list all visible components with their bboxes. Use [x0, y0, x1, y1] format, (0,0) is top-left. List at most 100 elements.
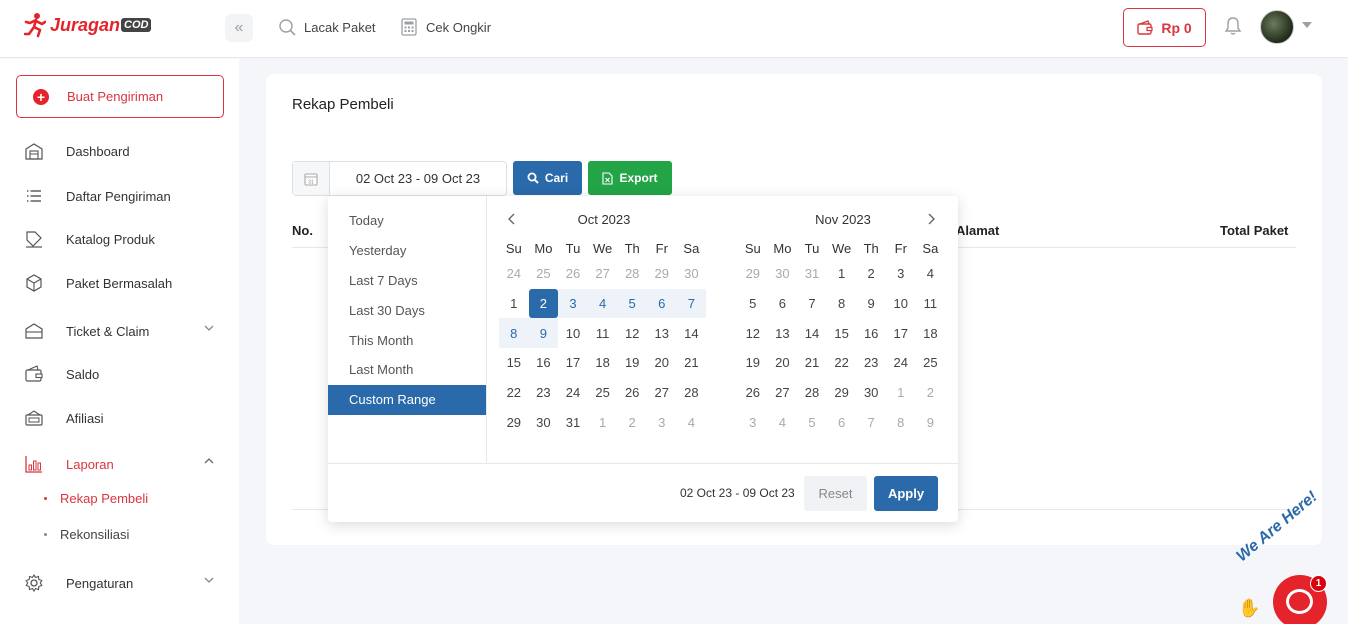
sidebar-item-saldo[interactable]: Saldo: [24, 364, 224, 384]
balance-button[interactable]: Rp 0: [1123, 8, 1206, 47]
calendar-day[interactable]: 27: [768, 378, 798, 408]
calendar-day[interactable]: 27: [588, 259, 618, 289]
calendar-day[interactable]: 17: [886, 318, 916, 348]
calendar-day[interactable]: 15: [499, 348, 529, 378]
sidebar-item-laporan[interactable]: Laporan: [24, 454, 224, 474]
sidebar-item-daftar-pengiriman[interactable]: Daftar Pengiriman: [24, 186, 224, 206]
calendar-day[interactable]: 29: [827, 378, 857, 408]
calendar-day[interactable]: 18: [588, 348, 618, 378]
calendar-day[interactable]: 22: [499, 378, 529, 408]
calendar-day[interactable]: 9: [916, 407, 946, 437]
calendar-day[interactable]: 1: [499, 289, 529, 319]
calendar-day[interactable]: 27: [647, 378, 677, 408]
calendar-day[interactable]: 19: [617, 348, 647, 378]
calendar-day[interactable]: 16: [529, 348, 559, 378]
calendar-day[interactable]: 13: [768, 318, 798, 348]
calendar-day[interactable]: 7: [797, 289, 827, 319]
calendar-day[interactable]: 20: [768, 348, 798, 378]
sidebar-item-dashboard[interactable]: Dashboard: [24, 141, 224, 161]
avatar-dropdown-caret-icon[interactable]: [1302, 22, 1312, 28]
calendar-day[interactable]: 8: [827, 289, 857, 319]
sidebar-subitem-rekonsiliasi[interactable]: Rekonsiliasi: [44, 527, 129, 542]
date-range-input[interactable]: 31 02 Oct 23 - 09 Oct 23: [292, 161, 507, 196]
calendar-day[interactable]: 4: [677, 407, 707, 437]
calendar-day[interactable]: 1: [886, 378, 916, 408]
calendar-day[interactable]: 4: [768, 407, 798, 437]
calendar-day[interactable]: 17: [558, 348, 588, 378]
cek-ongkir-link[interactable]: Cek Ongkir: [400, 18, 491, 36]
range-option-yesterday[interactable]: Yesterday: [328, 236, 486, 266]
calendar-day[interactable]: 26: [617, 378, 647, 408]
range-option-custom-range[interactable]: Custom Range: [328, 384, 486, 415]
calendar-day[interactable]: 22: [827, 348, 857, 378]
sidebar-item-paket-bermasalah[interactable]: Paket Bermasalah: [24, 273, 224, 293]
calendar-day[interactable]: 25: [916, 348, 946, 378]
calendar-day[interactable]: 5: [797, 407, 827, 437]
calendar-day[interactable]: 24: [499, 259, 529, 289]
calendar-day[interactable]: 29: [738, 259, 768, 289]
calendar-day[interactable]: 6: [827, 407, 857, 437]
calendar-day[interactable]: 7: [676, 288, 707, 319]
calendar-day[interactable]: 30: [768, 259, 798, 289]
range-option-last-30-days[interactable]: Last 30 Days: [328, 295, 486, 325]
calendar-day[interactable]: 20: [647, 348, 677, 378]
calendar-day[interactable]: 2: [916, 378, 946, 408]
calendar-day[interactable]: 10: [886, 289, 916, 319]
calendar-day[interactable]: 6: [768, 289, 798, 319]
juragancod-logo[interactable]: Juragan COD: [24, 12, 152, 38]
calendar-day[interactable]: 11: [916, 289, 946, 319]
calendar-day[interactable]: 25: [529, 259, 559, 289]
calendar-day[interactable]: 12: [617, 318, 647, 348]
calendar-day[interactable]: 3: [558, 288, 588, 319]
user-avatar[interactable]: [1260, 10, 1294, 44]
sidebar-item-katalog-produk[interactable]: Katalog Produk: [24, 229, 224, 249]
reset-button[interactable]: Reset: [804, 476, 867, 511]
calendar-day[interactable]: 7: [856, 407, 886, 437]
calendar-day[interactable]: 14: [677, 318, 707, 348]
collapse-sidebar-button[interactable]: «: [225, 14, 253, 42]
calendar-day[interactable]: 23: [529, 378, 559, 408]
range-option-today[interactable]: Today: [328, 206, 486, 236]
calendar-day[interactable]: 16: [856, 318, 886, 348]
calendar-day[interactable]: 9: [856, 289, 886, 319]
calendar-day[interactable]: 18: [916, 318, 946, 348]
range-option-this-month[interactable]: This Month: [328, 325, 486, 355]
calendar-day[interactable]: 2: [856, 259, 886, 289]
cari-button[interactable]: Cari: [513, 161, 582, 195]
lacak-paket-link[interactable]: Lacak Paket: [278, 18, 376, 36]
calendar-day[interactable]: 3: [738, 407, 768, 437]
calendar-day[interactable]: 30: [529, 407, 559, 437]
calendar-day[interactable]: 24: [558, 378, 588, 408]
calendar-day[interactable]: 8: [886, 407, 916, 437]
calendar-day[interactable]: 4: [916, 259, 946, 289]
sidebar-item-afiliasi[interactable]: Afiliasi: [24, 408, 224, 428]
calendar-day[interactable]: 1: [827, 259, 857, 289]
calendar-day[interactable]: 25: [588, 378, 618, 408]
calendar-day[interactable]: 29: [499, 407, 529, 437]
notification-bell-icon[interactable]: [1224, 16, 1242, 36]
calendar-day[interactable]: 6: [646, 288, 677, 319]
calendar-day[interactable]: 28: [677, 378, 707, 408]
calendar-day[interactable]: 26: [558, 259, 588, 289]
calendar-day[interactable]: 21: [677, 348, 707, 378]
calendar-day[interactable]: 19: [738, 348, 768, 378]
calendar-day[interactable]: 1: [588, 407, 618, 437]
sidebar-subitem-rekap-pembeli[interactable]: Rekap Pembeli: [44, 491, 148, 506]
calendar-day[interactable]: 29: [647, 259, 677, 289]
calendar-day[interactable]: 24: [886, 348, 916, 378]
calendar-day[interactable]: 2: [528, 288, 559, 319]
sidebar-item-ticket-claim[interactable]: Ticket & Claim: [24, 321, 224, 341]
calendar-day[interactable]: 14: [797, 318, 827, 348]
calendar-day[interactable]: 12: [738, 318, 768, 348]
calendar-day[interactable]: 13: [647, 318, 677, 348]
calendar-day[interactable]: 10: [558, 318, 588, 348]
calendar-day[interactable]: 30: [677, 259, 707, 289]
calendar-day[interactable]: 8: [499, 318, 529, 349]
range-option-last-month[interactable]: Last Month: [328, 355, 486, 385]
calendar-day[interactable]: 28: [797, 378, 827, 408]
calendar-day[interactable]: 3: [886, 259, 916, 289]
calendar-day[interactable]: 30: [856, 378, 886, 408]
calendar-day[interactable]: 4: [587, 288, 618, 319]
calendar-day[interactable]: 31: [558, 407, 588, 437]
calendar-day[interactable]: 9: [528, 318, 559, 349]
